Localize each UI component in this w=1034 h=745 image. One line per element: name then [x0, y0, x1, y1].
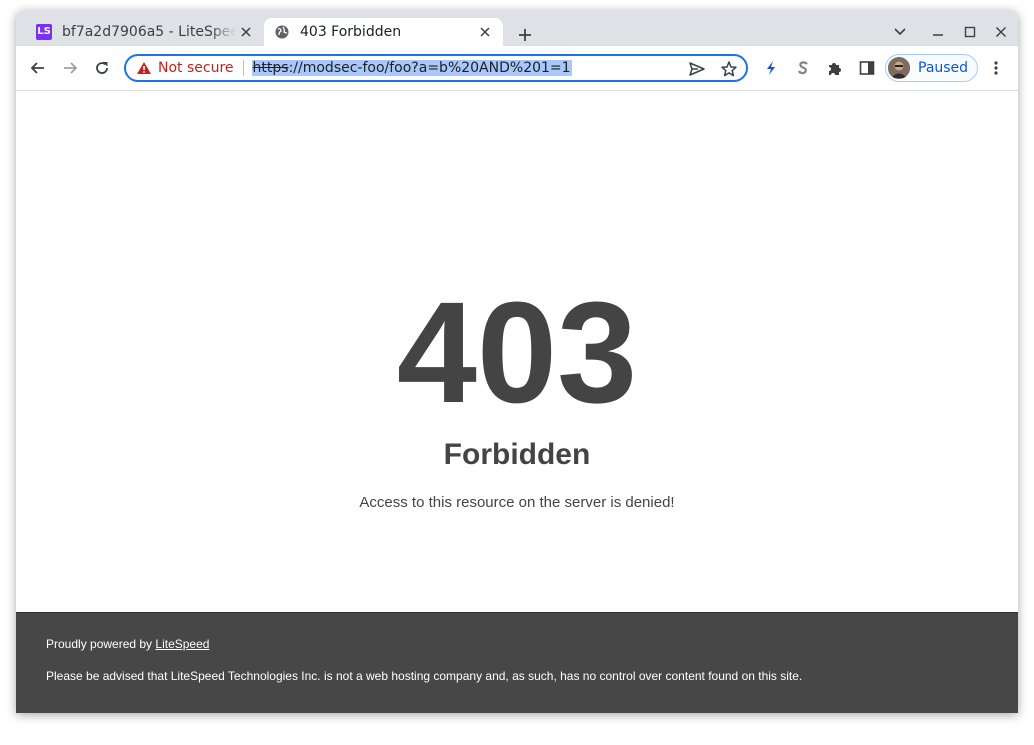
- close-window-button[interactable]: [989, 20, 1013, 44]
- puzzle-icon: [829, 63, 841, 75]
- forward-button[interactable]: [58, 56, 82, 80]
- close-icon: [996, 27, 1006, 37]
- minimize-icon: [933, 34, 943, 36]
- url-scheme: https: [252, 60, 289, 76]
- new-tab-button[interactable]: [513, 23, 537, 47]
- tab-litespeed[interactable]: LS bf7a2d7906a5 - LiteSpeed: [28, 18, 264, 46]
- profile-status-label: Paused: [918, 60, 969, 76]
- footer-disclaimer: Please be advised that LiteSpeed Technol…: [46, 669, 803, 683]
- bookmark-star-icon[interactable]: [720, 60, 738, 78]
- extensions-button[interactable]: [823, 56, 847, 80]
- litespeed-logo-icon: LS: [36, 24, 52, 40]
- error-code: 403: [396, 272, 638, 433]
- globe-icon: [274, 24, 290, 40]
- litespeed-link[interactable]: LiteSpeed: [155, 637, 209, 651]
- arrow-right-icon: [64, 62, 78, 74]
- profile-button[interactable]: Paused: [885, 54, 978, 82]
- back-button[interactable]: [26, 56, 50, 80]
- send-to-devices-icon[interactable]: [688, 60, 706, 78]
- error-heading: Forbidden: [443, 438, 591, 471]
- tab-title: bf7a2d7906a5 - LiteSpeed: [62, 24, 236, 40]
- plus-icon: [519, 29, 531, 41]
- not-secure-label[interactable]: Not secure: [158, 60, 234, 76]
- extension-s-button[interactable]: [791, 56, 815, 80]
- side-panel-button[interactable]: [855, 56, 879, 80]
- reload-icon: [96, 62, 108, 74]
- reload-button[interactable]: [90, 56, 114, 80]
- powered-by-text: Proudly powered by LiteSpeed: [46, 637, 209, 651]
- avatar: [888, 57, 910, 79]
- browser-window: LS bf7a2d7906a5 - LiteSpeed 403 Forbidde…: [16, 10, 1018, 713]
- maximize-icon: [964, 26, 976, 38]
- side-panel-icon: [859, 61, 875, 75]
- minimize-button[interactable]: [926, 20, 950, 44]
- tab-title: 403 Forbidden: [300, 24, 402, 40]
- extension-bolt-button[interactable]: [759, 56, 783, 80]
- chevron-down-icon: [894, 28, 906, 36]
- tab-403-forbidden[interactable]: 403 Forbidden: [264, 18, 503, 46]
- url-path: ://modsec-foo/foo?a=b%20AND%201=1: [288, 60, 571, 76]
- warning-icon[interactable]: [136, 60, 152, 76]
- tab-search-button[interactable]: [888, 20, 912, 44]
- s-logo-icon: [797, 61, 808, 75]
- omnibox-divider: [242, 60, 244, 76]
- close-icon[interactable]: [236, 22, 256, 42]
- maximize-button[interactable]: [958, 20, 982, 44]
- arrow-left-icon: [30, 62, 44, 74]
- address-bar[interactable]: Not secure https://modsec-foo/foo?a=b%20…: [124, 54, 748, 82]
- page-footer: Proudly powered by LiteSpeed Please be a…: [16, 612, 1018, 713]
- lightning-icon: [767, 61, 775, 75]
- url-text[interactable]: https://modsec-foo/foo?a=b%20AND%201=1: [251, 60, 572, 76]
- menu-button[interactable]: [984, 56, 1008, 80]
- error-message: Access to this resource on the server is…: [359, 494, 675, 511]
- tab-strip: LS bf7a2d7906a5 - LiteSpeed 403 Forbidde…: [16, 10, 1018, 46]
- page-content: 403 Forbidden Access to this resource on…: [16, 91, 1018, 713]
- kebab-menu-icon: [994, 61, 998, 75]
- browser-toolbar: Not secure https://modsec-foo/foo?a=b%20…: [16, 46, 1018, 91]
- litespeed-logo-text: LS: [36, 24, 52, 40]
- powered-by-prefix: Proudly powered by: [46, 637, 156, 651]
- close-icon[interactable]: [475, 22, 495, 42]
